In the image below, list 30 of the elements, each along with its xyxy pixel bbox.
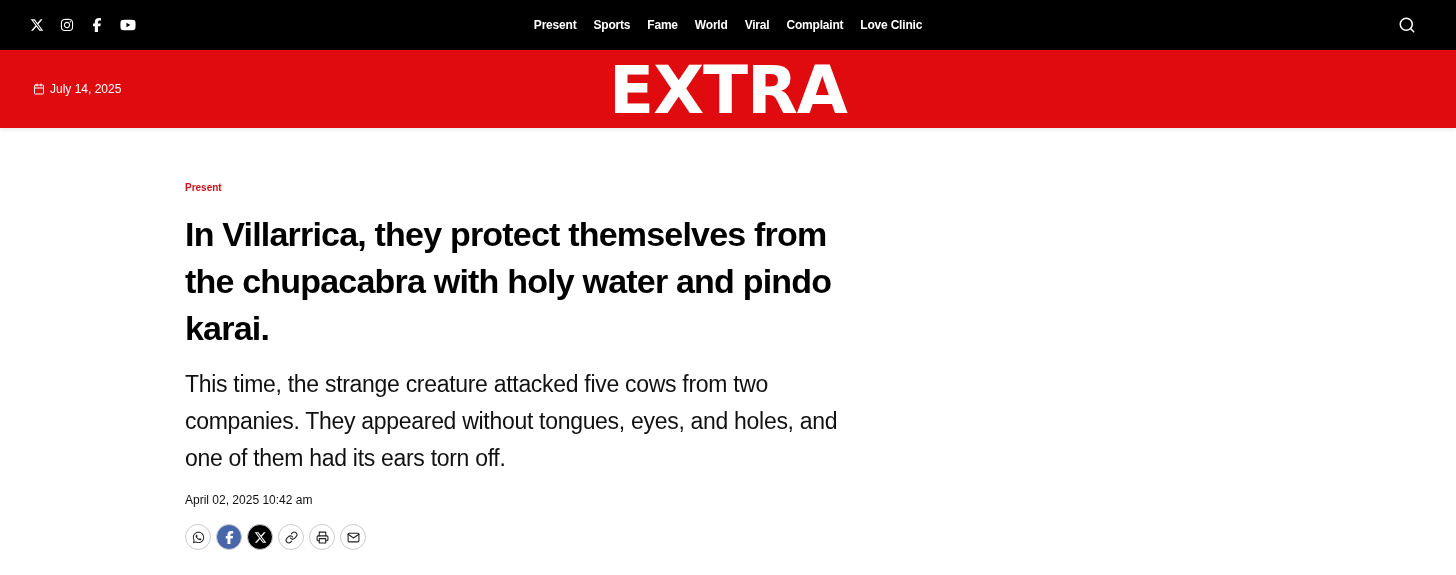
link-icon <box>284 530 298 544</box>
x-logo-icon <box>253 530 267 544</box>
nav-link[interactable]: World <box>694 18 728 32</box>
email-share-button[interactable] <box>340 524 366 550</box>
article-headline: In Villarrica, they protect themselves from the chupacabra with holy water and pindo karai. <box>185 214 833 349</box>
nav-link[interactable]: Fame <box>647 18 678 32</box>
search-icon[interactable] <box>1398 16 1416 34</box>
nav-link[interactable]: Present <box>533 18 577 32</box>
calendar-icon <box>33 83 45 95</box>
nav-link[interactable]: Complaint <box>786 18 844 32</box>
current-date: July 14, 2025 <box>50 82 122 96</box>
mail-icon <box>346 530 360 544</box>
x-share-button[interactable] <box>247 524 273 550</box>
x-logo-icon[interactable] <box>30 18 44 32</box>
facebook-share-button[interactable] <box>216 524 242 550</box>
nav-link[interactable]: Sports <box>593 18 631 32</box>
nav-link[interactable]: Viral <box>744 18 770 32</box>
nav-link[interactable]: Love Clinic <box>860 18 923 32</box>
facebook-icon[interactable] <box>90 18 104 32</box>
print-button[interactable] <box>309 524 335 550</box>
instagram-icon[interactable] <box>60 18 74 32</box>
category-link[interactable]: Present <box>185 182 222 193</box>
printer-icon <box>315 530 329 544</box>
publish-date: April 02, 2025 10:42 am <box>185 493 313 507</box>
copy-link-button[interactable] <box>278 524 304 550</box>
whatsapp-share-button[interactable] <box>185 524 211 550</box>
article-summary: This time, the strange creature attacked five cows from two companies. They appeared without tongues, eyes, and holes, and one of them had its ears torn off. <box>185 370 839 473</box>
whatsapp-icon <box>191 530 205 544</box>
site-logo[interactable]: EXTRA <box>609 52 847 129</box>
youtube-icon[interactable] <box>120 17 136 33</box>
